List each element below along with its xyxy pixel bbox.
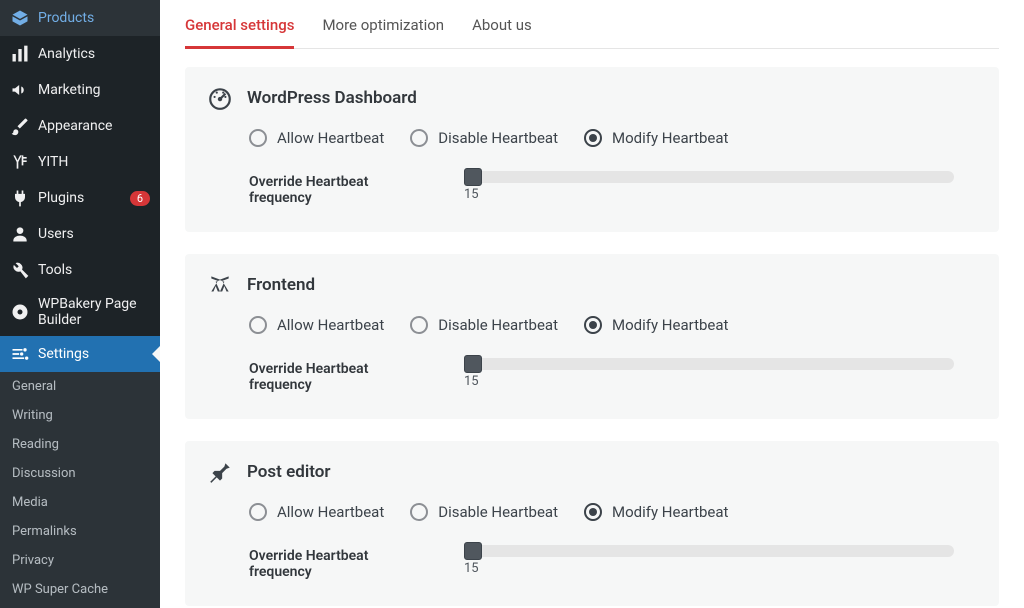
radio-circle xyxy=(249,129,267,147)
radio-circle xyxy=(584,129,602,147)
sidebar-item-label: Settings xyxy=(38,346,150,362)
radio-label: Allow Heartbeat xyxy=(277,129,384,147)
sidebar-item-analytics[interactable]: Analytics xyxy=(0,36,160,72)
radio-disable-heartbeat[interactable]: Disable Heartbeat xyxy=(410,503,558,521)
user-icon xyxy=(10,224,30,244)
sidebar-item-label: Products xyxy=(38,10,150,26)
radio-circle xyxy=(249,316,267,334)
sidebar-item-yith[interactable]: YITH xyxy=(0,144,160,180)
yith-icon xyxy=(10,152,30,172)
radio-label: Disable Heartbeat xyxy=(438,316,558,334)
radio-label: Disable Heartbeat xyxy=(438,129,558,147)
settings-submenu: GeneralWritingReadingDiscussionMediaPerm… xyxy=(0,372,160,608)
radio-allow-heartbeat[interactable]: Allow Heartbeat xyxy=(249,129,384,147)
main-content: General settings More optimization About u… xyxy=(160,0,1024,608)
radio-circle xyxy=(584,503,602,521)
submenu-item-heartbeat-control[interactable]: Heartbeat Control xyxy=(0,604,160,608)
wrench-icon xyxy=(10,260,30,280)
radio-circle xyxy=(410,316,428,334)
sidebar-item-label: WPBakery Page Builder xyxy=(38,296,150,328)
box-icon xyxy=(10,8,30,28)
slider-label: Override Heartbeat frequency xyxy=(249,171,424,206)
radio-label: Allow Heartbeat xyxy=(277,503,384,521)
sliders-icon xyxy=(10,344,30,364)
slider-label: Override Heartbeat frequency xyxy=(249,358,424,393)
slider-value: 15 xyxy=(464,374,479,389)
tab-general-settings[interactable]: General settings xyxy=(185,10,294,49)
dashboard-icon xyxy=(207,85,233,111)
sidebar-item-label: Tools xyxy=(38,262,150,278)
sidebar-item-label: Plugins xyxy=(38,190,122,206)
slider-handle[interactable] xyxy=(464,542,482,560)
slider-handle[interactable] xyxy=(464,168,482,186)
section-title: WordPress Dashboard xyxy=(247,88,417,108)
heartbeat-frequency-slider[interactable]: 15 xyxy=(464,358,954,370)
radio-modify-heartbeat[interactable]: Modify Heartbeat xyxy=(584,316,728,334)
sidebar-item-products[interactable]: Products xyxy=(0,0,160,36)
heartbeat-frequency-slider[interactable]: 15 xyxy=(464,545,954,557)
section-title: Frontend xyxy=(247,275,315,295)
update-badge: 6 xyxy=(130,191,150,206)
radio-circle xyxy=(410,503,428,521)
section-frontend: Frontend Allow Heartbeat Disable Heartbeat… xyxy=(185,254,999,419)
admin-sidebar: Products Analytics Marketing Appearance YITH… xyxy=(0,0,160,608)
radio-allow-heartbeat[interactable]: Allow Heartbeat xyxy=(249,503,384,521)
slider-handle[interactable] xyxy=(464,355,482,373)
slider-label: Override Heartbeat frequency xyxy=(249,545,424,580)
radio-label: Allow Heartbeat xyxy=(277,316,384,334)
tab-more-optimization[interactable]: More optimization xyxy=(322,10,444,48)
submenu-item-wp-super-cache[interactable]: WP Super Cache xyxy=(0,575,160,604)
sidebar-item-wpbakery-page-builder[interactable]: WPBakery Page Builder xyxy=(0,288,160,336)
section-wordpress-dashboard: WordPress Dashboard Allow Heartbeat Disabl… xyxy=(185,67,999,232)
heartbeat-frequency-slider[interactable]: 15 xyxy=(464,171,954,183)
wpbakery-icon xyxy=(10,302,30,322)
sidebar-item-plugins[interactable]: Plugins 6 xyxy=(0,180,160,216)
plug-icon xyxy=(10,188,30,208)
sidebar-item-label: Appearance xyxy=(38,118,150,134)
radio-modify-heartbeat[interactable]: Modify Heartbeat xyxy=(584,503,728,521)
radio-label: Modify Heartbeat xyxy=(612,316,728,334)
section-title: Post editor xyxy=(247,462,330,482)
radio-label: Modify Heartbeat xyxy=(612,129,728,147)
sidebar-item-label: Users xyxy=(38,226,150,242)
slider-value: 15 xyxy=(464,561,479,576)
slider-value: 15 xyxy=(464,187,479,202)
submenu-item-reading[interactable]: Reading xyxy=(0,430,160,459)
radio-allow-heartbeat[interactable]: Allow Heartbeat xyxy=(249,316,384,334)
radio-circle xyxy=(249,503,267,521)
sidebar-item-settings[interactable]: Settings xyxy=(0,336,160,372)
frontend-icon xyxy=(207,272,233,298)
submenu-item-privacy[interactable]: Privacy xyxy=(0,546,160,575)
brush-icon xyxy=(10,116,30,136)
radio-label: Disable Heartbeat xyxy=(438,503,558,521)
radio-modify-heartbeat[interactable]: Modify Heartbeat xyxy=(584,129,728,147)
tabs-bar: General settings More optimization About u… xyxy=(185,10,999,49)
submenu-item-permalinks[interactable]: Permalinks xyxy=(0,517,160,546)
sidebar-item-label: YITH xyxy=(38,154,150,170)
sidebar-item-tools[interactable]: Tools xyxy=(0,252,160,288)
radio-label: Modify Heartbeat xyxy=(612,503,728,521)
radio-circle xyxy=(410,129,428,147)
radio-disable-heartbeat[interactable]: Disable Heartbeat xyxy=(410,316,558,334)
radio-circle xyxy=(584,316,602,334)
submenu-item-writing[interactable]: Writing xyxy=(0,401,160,430)
pin-icon xyxy=(207,459,233,485)
sidebar-item-appearance[interactable]: Appearance xyxy=(0,108,160,144)
submenu-item-discussion[interactable]: Discussion xyxy=(0,459,160,488)
sidebar-item-marketing[interactable]: Marketing xyxy=(0,72,160,108)
sidebar-item-label: Analytics xyxy=(38,46,150,62)
sidebar-item-label: Marketing xyxy=(38,82,150,98)
tab-about-us[interactable]: About us xyxy=(472,10,532,48)
sidebar-item-users[interactable]: Users xyxy=(0,216,160,252)
chart-icon xyxy=(10,44,30,64)
megaphone-icon xyxy=(10,80,30,100)
submenu-item-media[interactable]: Media xyxy=(0,488,160,517)
section-post-editor: Post editor Allow Heartbeat Disable Heartb… xyxy=(185,441,999,606)
submenu-item-general[interactable]: General xyxy=(0,372,160,401)
radio-disable-heartbeat[interactable]: Disable Heartbeat xyxy=(410,129,558,147)
